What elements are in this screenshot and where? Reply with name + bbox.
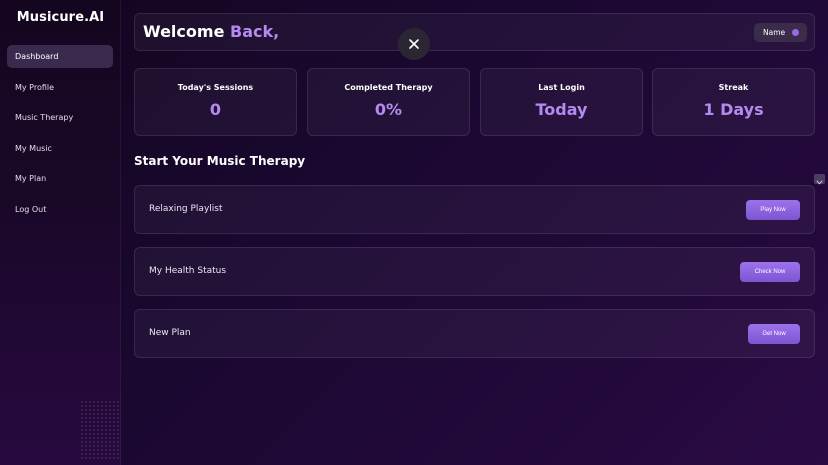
stat-value: Today [535, 100, 588, 119]
stat-title: Today's Sessions [177, 83, 254, 92]
close-button[interactable] [398, 28, 430, 60]
stat-title: Last Login [538, 83, 585, 92]
stat-card-completed-therapy: Completed Therapy 0% [307, 68, 470, 136]
welcome-text: Welcome [143, 22, 225, 41]
stat-card-last-login: Last Login Today [480, 68, 643, 136]
play-now-button[interactable]: Play Now [746, 200, 800, 220]
row-label: New Plan [149, 328, 191, 338]
close-icon [408, 35, 420, 54]
row-label: Relaxing Playlist [149, 204, 223, 214]
sidebar: Musicure.AI Dashboard My Profile Music T… [0, 0, 121, 465]
decorative-dot-pattern [80, 400, 120, 460]
scroll-chevron-button[interactable] [814, 174, 825, 185]
row-label: My Health Status [149, 266, 227, 276]
therapy-row-health-status: My Health Status Check Now [134, 247, 815, 296]
name-toggle-label: Name [763, 28, 786, 37]
name-toggle[interactable]: Name [754, 23, 807, 42]
sidebar-item-dashboard[interactable]: Dashboard [7, 45, 113, 68]
chevron-down-icon [816, 170, 823, 189]
stat-title: Streak [718, 83, 749, 92]
welcome-header: Welcome Back, Name [134, 13, 815, 51]
sidebar-item-music-therapy[interactable]: Music Therapy [7, 106, 113, 129]
brand-logo: Musicure.AI [16, 10, 105, 25]
stat-value: 1 Days [703, 100, 764, 119]
therapy-row-new-plan: New Plan Get Now [134, 309, 815, 358]
sidebar-item-my-profile[interactable]: My Profile [7, 76, 113, 99]
toggle-dot-icon [792, 29, 799, 36]
sidebar-item-my-plan[interactable]: My Plan [7, 167, 113, 190]
stat-card-streak: Streak 1 Days [652, 68, 815, 136]
sidebar-nav: Dashboard My Profile Music Therapy My Mu… [7, 45, 113, 228]
sidebar-item-log-out[interactable]: Log Out [7, 198, 113, 221]
get-now-button[interactable]: Get Now [748, 324, 800, 344]
welcome-title: Welcome Back, [143, 22, 279, 41]
stat-value: 0% [374, 100, 403, 119]
sidebar-item-my-music[interactable]: My Music [7, 137, 113, 160]
section-title: Start Your Music Therapy [134, 154, 306, 168]
check-now-button[interactable]: Check Now [740, 262, 800, 282]
stat-title: Completed Therapy [344, 83, 433, 92]
therapy-row-relaxing-playlist: Relaxing Playlist Play Now [134, 185, 815, 234]
stat-value: 0 [209, 100, 222, 119]
stat-card-todays-sessions: Today's Sessions 0 [134, 68, 297, 136]
welcome-accent-text: Back, [230, 22, 280, 41]
